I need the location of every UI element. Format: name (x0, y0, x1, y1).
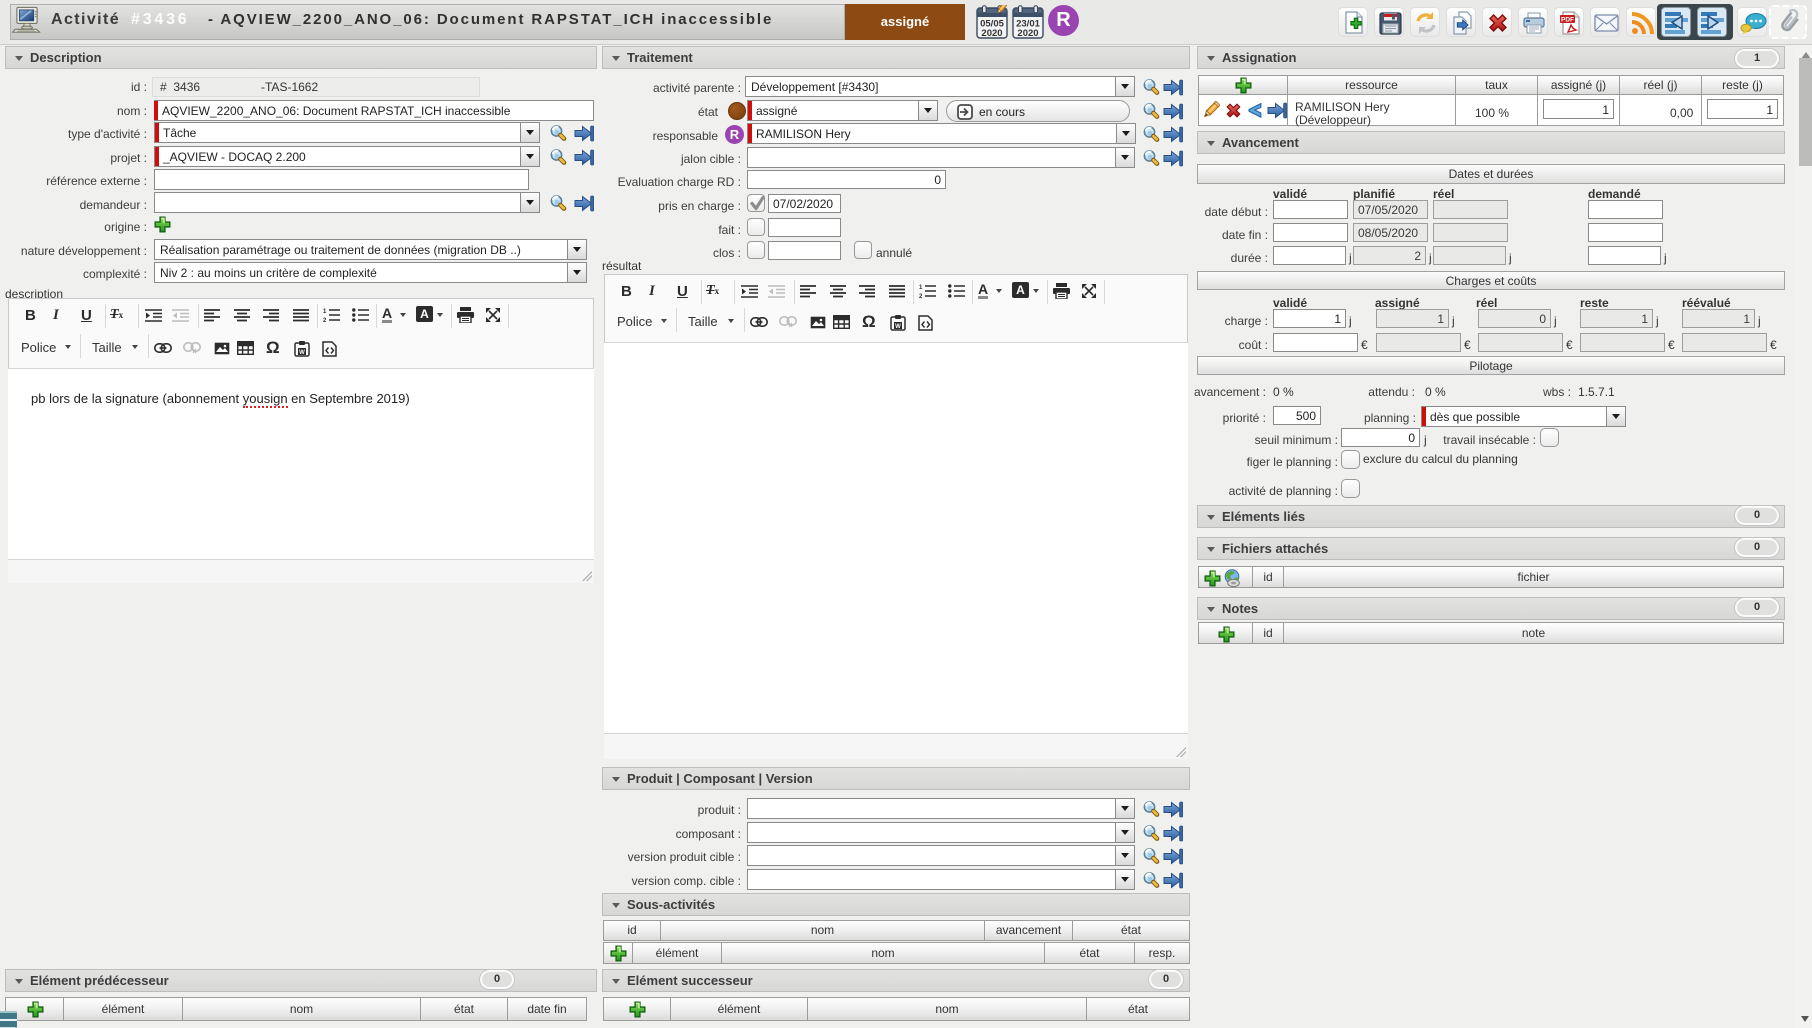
svg-text:2: 2 (919, 294, 923, 298)
svg-text:PDF: PDF (1561, 17, 1574, 24)
svg-text:2020: 2020 (1017, 28, 1038, 39)
svg-text:W: W (299, 350, 305, 356)
svg-text:W: W (895, 324, 901, 330)
svg-text:1: 1 (919, 285, 923, 291)
svg-text:1: 1 (323, 309, 327, 315)
svg-text:2020: 2020 (981, 28, 1002, 39)
svg-text:2: 2 (323, 318, 327, 322)
